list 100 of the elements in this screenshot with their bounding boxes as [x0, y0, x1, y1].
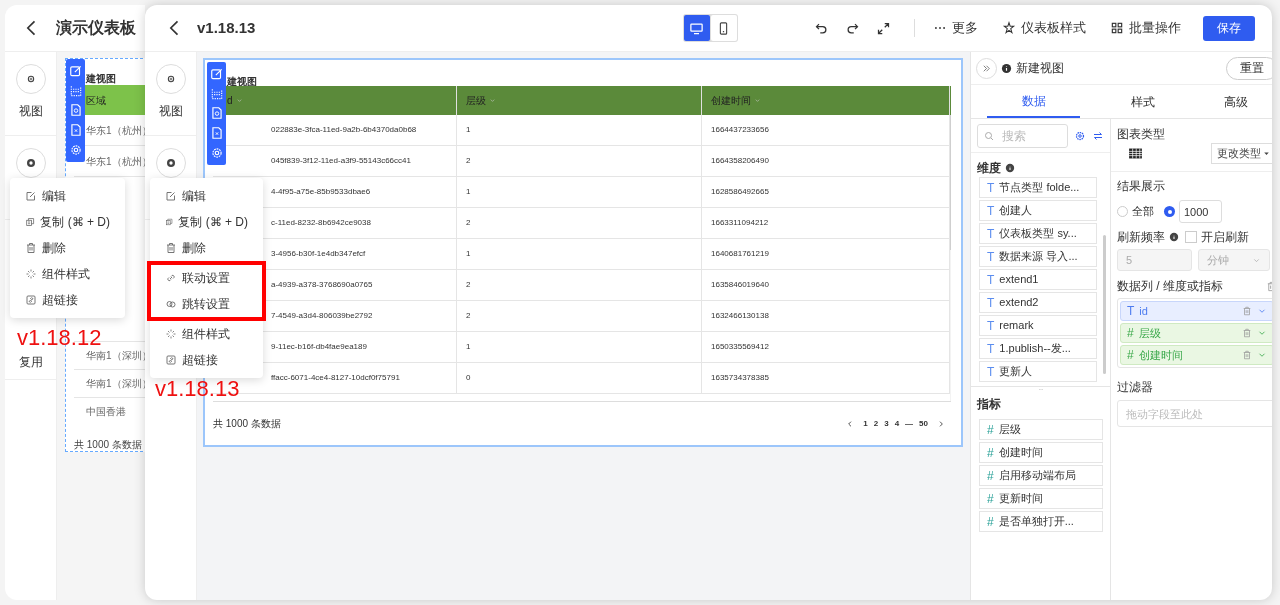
field-type-glyph: T	[987, 363, 995, 381]
field-item[interactable]: T 创建人	[979, 200, 1097, 221]
radio-button[interactable]	[1164, 206, 1175, 217]
field-item[interactable]: T extend1	[979, 269, 1097, 290]
tab[interactable]: 样式	[1096, 85, 1190, 118]
document-search-icon[interactable]	[68, 103, 83, 118]
field-item[interactable]: # 创建时间	[979, 442, 1103, 463]
trash-icon[interactable]	[1242, 350, 1252, 360]
record-count: 共 1000 条数据	[213, 417, 281, 431]
sidebar-item[interactable]: 视图	[5, 52, 56, 136]
tab[interactable]: 高级	[1189, 85, 1272, 118]
field-item[interactable]: # 启用移动端布局	[979, 465, 1103, 486]
window-title: v1.18.13	[197, 17, 256, 38]
table-cell: 1	[457, 115, 702, 145]
search-field[interactable]: 搜索	[977, 123, 1068, 148]
toolbar-button[interactable]: 仪表板样式	[1002, 18, 1086, 38]
checkbox-label: 开启刷新	[1201, 229, 1249, 246]
section-title: 图表类型	[1117, 126, 1166, 143]
dotted-grid-icon[interactable]	[209, 86, 224, 101]
field-item[interactable]: T 仪表板类型 sy...	[979, 223, 1097, 244]
field-type-glyph: T	[987, 202, 995, 220]
table-cell: 1	[457, 332, 702, 362]
desktop-view-button[interactable]	[683, 15, 710, 41]
field-type-glyph: #	[1127, 347, 1134, 364]
document-search-icon[interactable]	[209, 106, 224, 121]
menu-item[interactable]: 编辑	[10, 183, 125, 209]
settings-button[interactable]	[1074, 129, 1086, 142]
field-item[interactable]: # 更新时间	[979, 488, 1103, 509]
field-type-glyph: T	[987, 317, 995, 335]
info-icon	[1001, 62, 1012, 74]
field-type-glyph: T	[987, 340, 995, 358]
swap-button[interactable]	[1092, 129, 1104, 142]
menu-item[interactable]: 删除	[10, 235, 125, 261]
field-item[interactable]: T extend2	[979, 292, 1097, 313]
field-type-glyph: #	[987, 444, 994, 462]
field-item[interactable]: # 是否单独打开...	[979, 511, 1103, 532]
sidebar-item[interactable]: 复用	[18, 353, 43, 371]
save-button[interactable]: 保存	[1203, 15, 1255, 41]
table-cell: 2	[457, 146, 702, 176]
field-item[interactable]: T 数据来源 导入...	[979, 246, 1097, 267]
field-item[interactable]: T 节点类型 folde...	[979, 177, 1097, 198]
field-type-glyph: T	[987, 294, 995, 312]
edit-icon	[25, 190, 37, 202]
copy-icon	[25, 216, 36, 228]
copy-icon	[165, 216, 174, 228]
dotted-grid-icon[interactable]	[68, 83, 83, 98]
field-type-glyph: T	[987, 179, 995, 197]
scrollbar-thumb[interactable]	[1103, 235, 1106, 374]
field-item[interactable]: T remark	[979, 315, 1097, 336]
checkbox[interactable]	[1185, 231, 1197, 243]
page-link[interactable]: 2	[873, 417, 879, 430]
trash-icon	[25, 242, 37, 254]
menu-item[interactable]: 组件样式	[10, 261, 125, 287]
field-type-glyph: #	[987, 490, 994, 508]
menu-item[interactable]: 超链接	[10, 287, 125, 313]
radio-button[interactable]	[1117, 206, 1128, 217]
limit-field[interactable]: 1000	[1179, 200, 1222, 223]
table-cell: 2	[457, 270, 702, 300]
document-x-icon[interactable]	[68, 123, 83, 138]
trash-icon[interactable]	[1242, 328, 1252, 338]
info-icon	[1005, 163, 1015, 173]
edit-icon	[165, 190, 177, 202]
swap-icon	[1092, 129, 1104, 142]
menu-item[interactable]: 复制 (⌘ + D)	[10, 209, 125, 235]
caret-icon	[1262, 149, 1271, 158]
next-page-icon[interactable]	[937, 419, 945, 428]
page-link[interactable]: 3	[884, 417, 889, 430]
page-link[interactable]: 1	[863, 417, 868, 430]
field-type-glyph: T	[987, 248, 995, 266]
field-type-glyph: #	[987, 513, 994, 531]
page-link[interactable]: —	[905, 417, 914, 430]
table-cell: 2	[457, 301, 702, 331]
table-header-cell: 层级	[457, 86, 702, 115]
field-type-glyph: #	[1127, 325, 1134, 342]
link-icon	[25, 294, 37, 306]
trash-icon[interactable]	[1242, 306, 1252, 316]
sparkle-icon	[165, 328, 177, 340]
search-icon	[983, 129, 995, 142]
tab[interactable]: 数据	[987, 85, 1081, 118]
section-title: 刷新频率	[1117, 229, 1165, 246]
field-item[interactable]: T 1.publish--发...	[979, 338, 1097, 359]
table-cell: 0	[457, 363, 702, 393]
page-link[interactable]: 4	[894, 417, 900, 430]
field-type-glyph: T	[1127, 303, 1135, 320]
window-title: 演示仪表板	[56, 18, 136, 38]
sidebar-item[interactable]: 视图	[145, 52, 196, 136]
change-type-dropdown[interactable]: 更改类型	[1211, 143, 1272, 164]
field-item[interactable]: # 层级	[979, 419, 1103, 440]
field-item[interactable]: T 更新人	[979, 361, 1097, 382]
star-icon	[1002, 21, 1016, 35]
page-link[interactable]: 50	[919, 417, 928, 430]
mobile-view-button[interactable]	[710, 15, 737, 41]
toolbar-button[interactable]: 更多	[933, 18, 978, 38]
filter-drop-field[interactable]: 拖动字段至此处	[1117, 400, 1272, 427]
version-label: v1.18.13	[155, 378, 240, 400]
toolbar-button[interactable]: 批量操作	[1110, 18, 1181, 38]
trash-icon	[165, 242, 177, 254]
document-x-icon[interactable]	[209, 126, 224, 141]
edit-icon[interactable]	[209, 66, 224, 81]
edit-icon[interactable]	[68, 63, 83, 78]
